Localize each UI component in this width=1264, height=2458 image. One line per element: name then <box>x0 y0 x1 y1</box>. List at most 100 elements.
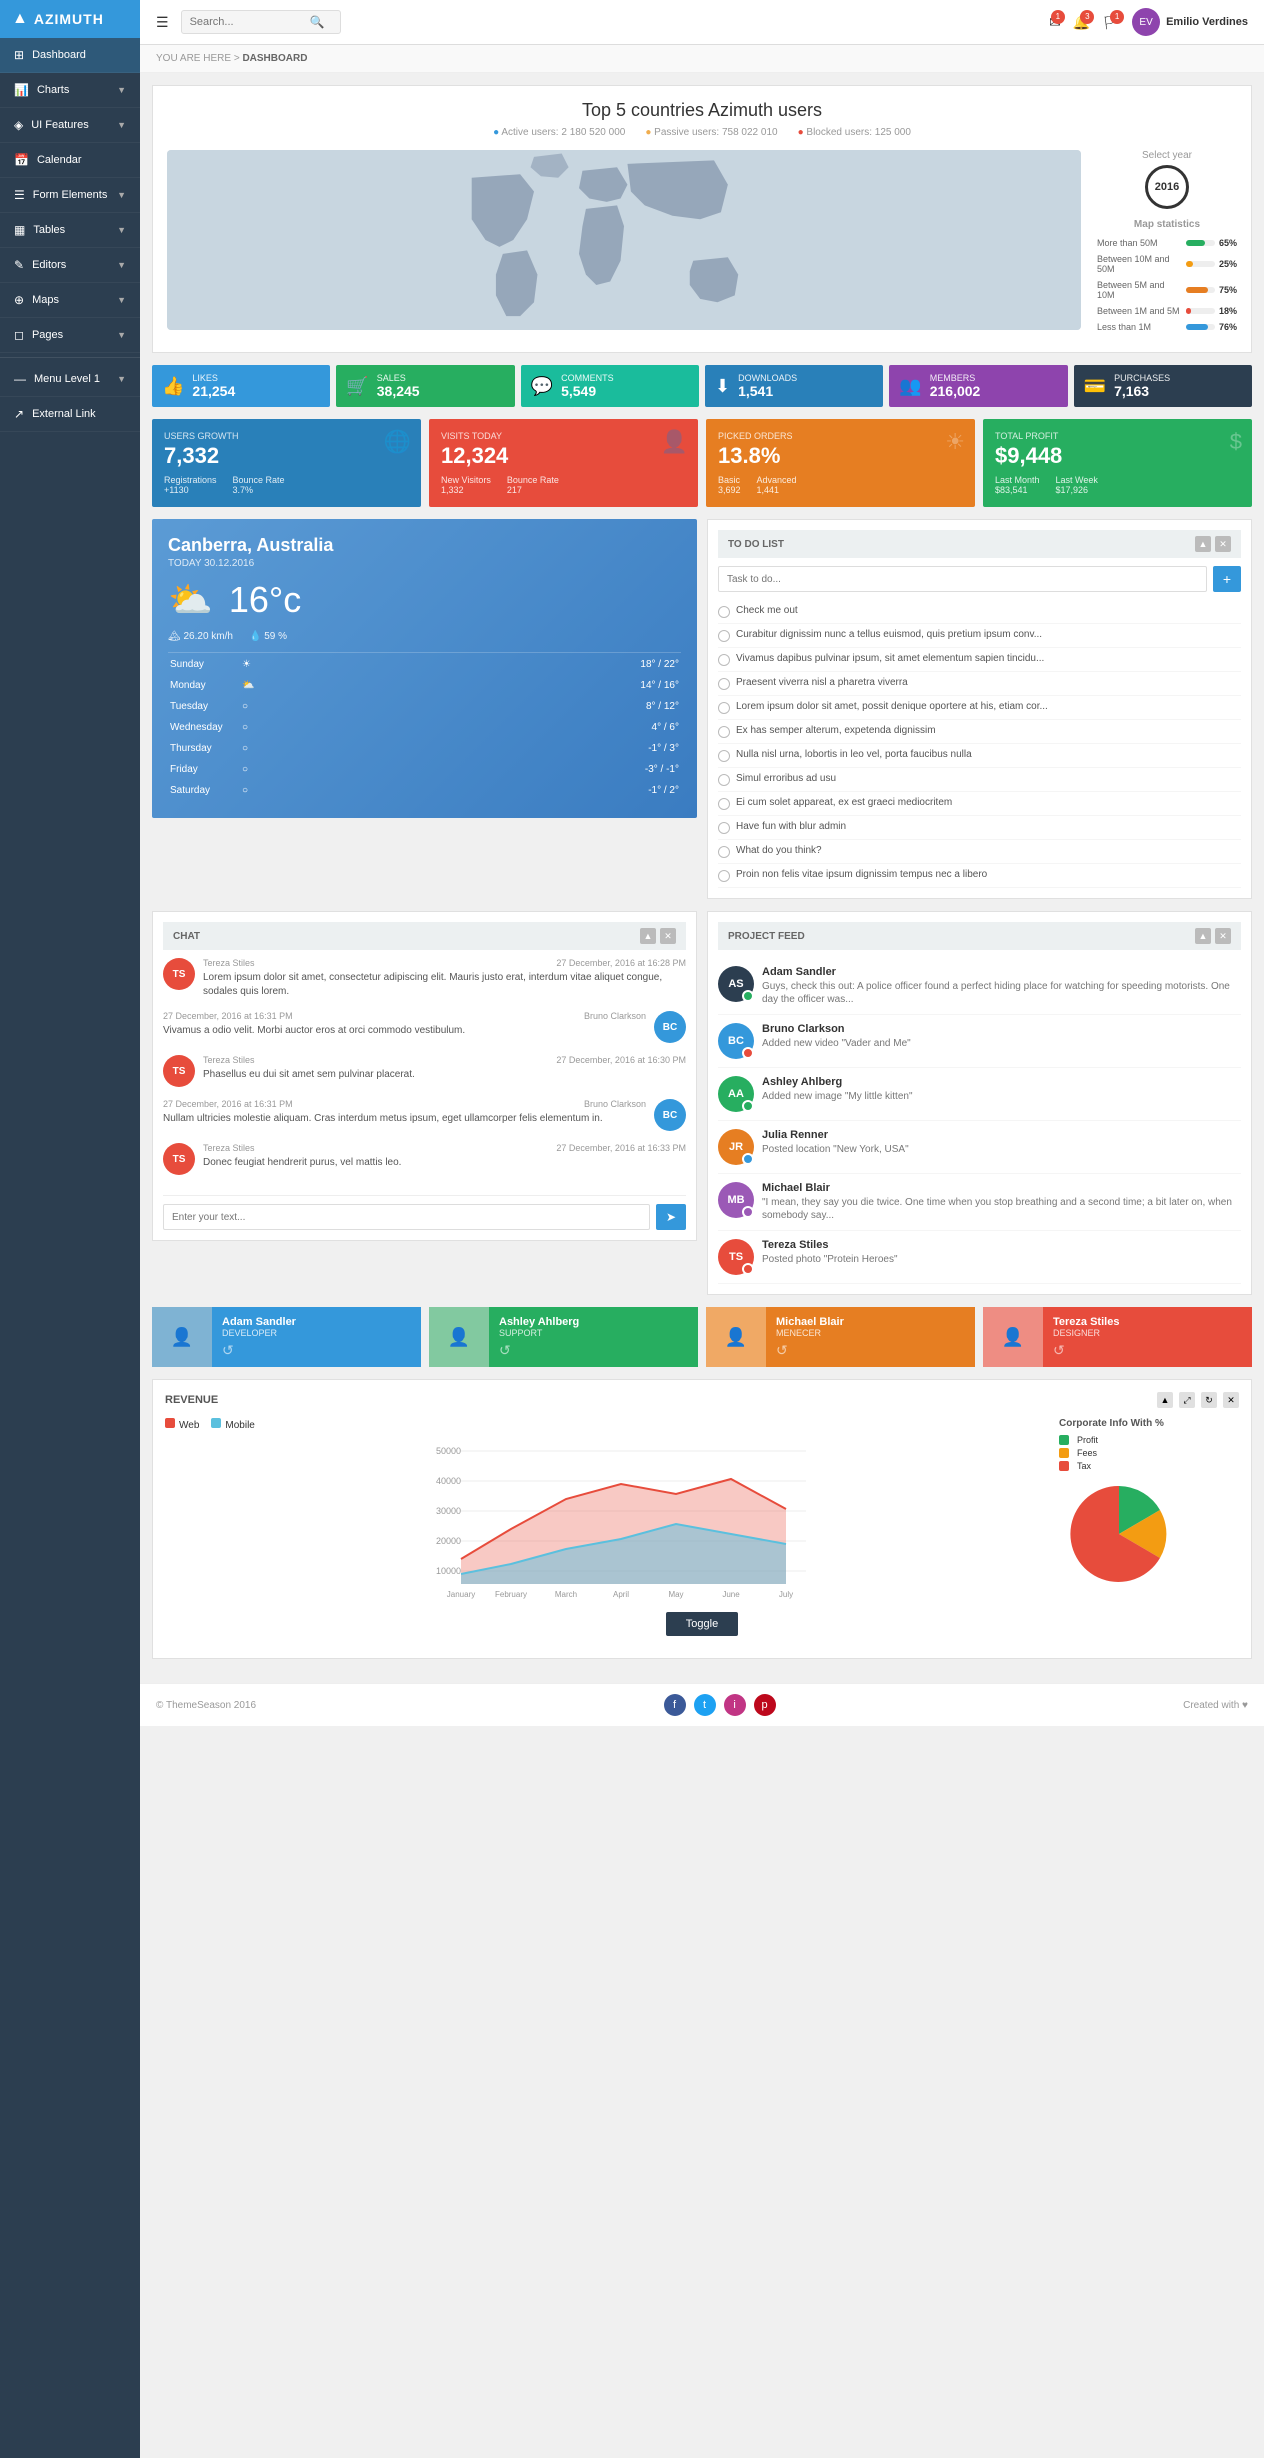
sidebar-item-calendar[interactable]: 📅 Calendar <box>0 143 140 178</box>
sidebar-item-menu-level[interactable]: — Menu Level 1 ▼ <box>0 362 140 397</box>
stat-box-downloads[interactable]: ⬇ DOWNLOADS 1,541 <box>705 365 883 407</box>
globe-icon: 🌐 <box>384 429 411 455</box>
chat-input-row: ➤ <box>163 1195 686 1230</box>
mail-badge: 1 <box>1051 10 1065 24</box>
chat-message: BC 27 December, 2016 at 16:31 PM Bruno C… <box>163 1099 686 1131</box>
sidebar-item-tables[interactable]: ▦ Tables ▼ <box>0 213 140 248</box>
stat-box-members[interactable]: 👥 MEMBERS 216,002 <box>889 365 1067 407</box>
staff-icon: ↺ <box>222 1342 296 1359</box>
stat-box-likes[interactable]: 👍 LIKES 21,254 <box>152 365 330 407</box>
instagram-icon[interactable]: i <box>724 1694 746 1716</box>
sidebar-item-dashboard[interactable]: ⊞ Dashboard <box>0 38 140 73</box>
sidebar-item-external-link[interactable]: ↗ External Link <box>0 397 140 432</box>
staff-card-tereza[interactable]: 👤 Tereza Stiles DESIGNER ↺ <box>983 1307 1252 1367</box>
chat-col: CHAT ▲ ✕ TS Tereza Stiles <box>152 911 697 1295</box>
feed-collapse-btn[interactable]: ▲ <box>1195 928 1211 944</box>
sidebar: ▲ AZIMUTH ⊞ Dashboard 📊 Charts ▼ ◈ UI Fe… <box>0 0 140 2458</box>
weather-details: 🏔 26.20 km/h 💧 59 % <box>168 631 681 642</box>
sidebar-item-ui-features[interactable]: ◈ UI Features ▼ <box>0 108 140 143</box>
revenue-close-btn[interactable]: ✕ <box>1223 1392 1239 1408</box>
stat-row-1: More than 50M 65% <box>1097 238 1237 248</box>
chevron-icon: ▼ <box>117 260 126 270</box>
footer-social: f t i p <box>664 1694 776 1716</box>
purchases-icon: 💳 <box>1084 376 1106 397</box>
stat-box-comments[interactable]: 💬 COMMENTS 5,549 <box>521 365 699 407</box>
sidebar-item-form-elements[interactable]: ☰ Form Elements ▼ <box>0 178 140 213</box>
wind-icon: 🏔 26.20 km/h <box>168 631 233 642</box>
line-chart-area: Web Mobile 50000 40000 30000 20000 10000 <box>165 1418 1047 1602</box>
staff-row: 👤 Adam Sandler DEVELOPER ↺ 👤 Ashley Ahlb… <box>152 1307 1252 1367</box>
calendar-icon: 📅 <box>14 153 29 167</box>
sidebar-item-editors[interactable]: ✎ Editors ▼ <box>0 248 140 283</box>
revenue-title: REVENUE <box>165 1394 218 1406</box>
revenue-collapse-btn[interactable]: ▲ <box>1157 1392 1173 1408</box>
todo-col: TO DO LIST ▲ ✕ + Check me out <box>707 519 1252 899</box>
toggle-button[interactable]: Toggle <box>666 1612 738 1636</box>
todo-collapse-btn[interactable]: ▲ <box>1195 536 1211 552</box>
svg-text:June: June <box>722 1590 740 1599</box>
todo-input-row: + <box>718 566 1241 592</box>
external-link-icon: ↗ <box>14 407 24 421</box>
year-circle[interactable]: 2016 <box>1145 165 1189 209</box>
avatar: BC <box>654 1099 686 1131</box>
staff-card-ashley[interactable]: 👤 Ashley Ahlberg SUPPORT ↺ <box>429 1307 698 1367</box>
chat-input[interactable] <box>163 1204 650 1230</box>
user-info[interactable]: EV Emilio Verdines <box>1132 8 1248 36</box>
revenue-header: REVENUE ▲ ⤢ ↻ ✕ <box>165 1392 1239 1408</box>
flag-badge: 1 <box>1110 10 1124 24</box>
todo-item: Curabitur dignissim nunc a tellus euismo… <box>718 624 1241 648</box>
pinterest-icon[interactable]: p <box>754 1694 776 1716</box>
forecast-row: Saturday ○ -1° / 2° <box>170 781 679 800</box>
bell-icon-wrapper[interactable]: 🔔 3 <box>1073 14 1090 31</box>
todo-add-button[interactable]: + <box>1213 566 1241 592</box>
todo-items-list: Check me out Curabitur dignissim nunc a … <box>718 600 1241 888</box>
chat-send-button[interactable]: ➤ <box>656 1204 686 1230</box>
logo[interactable]: ▲ AZIMUTH <box>0 0 140 38</box>
chat-close-btn[interactable]: ✕ <box>660 928 676 944</box>
avatar: TS <box>163 958 195 990</box>
revenue-refresh-btn[interactable]: ↻ <box>1201 1392 1217 1408</box>
staff-card-michael[interactable]: 👤 Michael Blair MENECER ↺ <box>706 1307 975 1367</box>
twitter-icon[interactable]: t <box>694 1694 716 1716</box>
sidebar-item-pages[interactable]: ◻ Pages ▼ <box>0 318 140 353</box>
forecast-row: Wednesday ○ 4° / 6° <box>170 718 679 737</box>
svg-text:50000: 50000 <box>436 1446 461 1456</box>
staff-card-adam[interactable]: 👤 Adam Sandler DEVELOPER ↺ <box>152 1307 421 1367</box>
feed-item: AA Ashley Ahlberg Added new image "My li… <box>718 1068 1241 1121</box>
search-input[interactable] <box>190 16 310 28</box>
svg-text:20000: 20000 <box>436 1536 461 1546</box>
chevron-icon: ▼ <box>117 190 126 200</box>
avatar: MB <box>718 1182 754 1218</box>
todo-card: TO DO LIST ▲ ✕ + Check me out <box>707 519 1252 899</box>
todo-item: Lorem ipsum dolor sit amet, possit deniq… <box>718 696 1241 720</box>
flag-icon-wrapper[interactable]: 🏳 1 <box>1102 14 1120 31</box>
feed-item: MB Michael Blair "I mean, they say you d… <box>718 1174 1241 1231</box>
chat-collapse-btn[interactable]: ▲ <box>640 928 656 944</box>
footer-credit: Created with ♥ <box>1183 1700 1248 1711</box>
todo-item: Praesent viverra nisl a pharetra viverra <box>718 672 1241 696</box>
revenue-expand-btn[interactable]: ⤢ <box>1179 1392 1195 1408</box>
user-avatar: EV <box>1132 8 1160 36</box>
todo-input[interactable] <box>718 566 1207 592</box>
humidity-icon: 💧 59 % <box>249 631 287 642</box>
weather-icon: ⛅ <box>168 579 213 621</box>
weather-main: ⛅ 16°c <box>168 579 681 621</box>
search-icon: 🔍 <box>310 15 325 29</box>
feed-close-btn[interactable]: ✕ <box>1215 928 1231 944</box>
active-users-stat: Active users: 2 180 520 000 <box>493 127 625 138</box>
todo-actions: ▲ ✕ <box>1195 536 1231 552</box>
mail-icon-wrapper[interactable]: ✉ 1 <box>1049 14 1061 31</box>
stat-box-sales[interactable]: 🛒 SALES 38,245 <box>336 365 514 407</box>
hamburger-menu[interactable]: ☰ <box>156 14 169 31</box>
todo-close-btn[interactable]: ✕ <box>1215 536 1231 552</box>
sidebar-item-charts[interactable]: 📊 Charts ▼ <box>0 73 140 108</box>
staff-photo: 👤 <box>983 1307 1043 1367</box>
chat-header: CHAT ▲ ✕ <box>163 922 686 950</box>
stat-box-purchases[interactable]: 💳 PURCHASES 7,163 <box>1074 365 1252 407</box>
topbar: ☰ 🔍 ✉ 1 🔔 3 🏳 1 EV <box>140 0 1264 45</box>
todo-item: Vivamus dapibus pulvinar ipsum, sit amet… <box>718 648 1241 672</box>
search-box[interactable]: 🔍 <box>181 10 341 34</box>
sidebar-item-maps[interactable]: ⊕ Maps ▼ <box>0 283 140 318</box>
facebook-icon[interactable]: f <box>664 1694 686 1716</box>
logo-text: AZIMUTH <box>34 11 104 27</box>
